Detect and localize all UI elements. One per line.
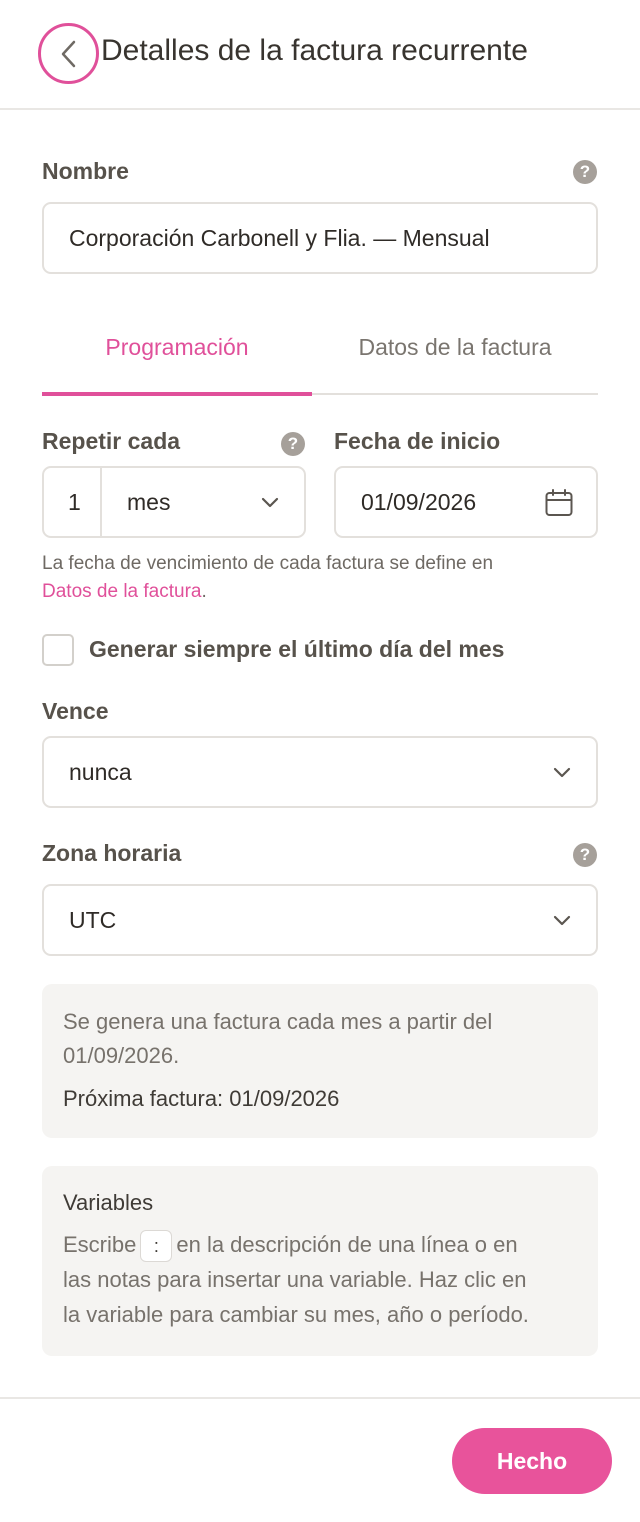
name-input-value: Corporación Carbonell y Flia. — Mensual [69,224,490,251]
repeat-unit-value: mes [127,488,171,515]
timezone-select[interactable]: UTC [42,884,598,956]
repeat-help-icon[interactable]: ? [281,432,305,456]
tab-datos-factura-label: Datos de la factura [358,334,552,360]
summary-line-2: 01/09/2026. [63,1043,180,1068]
next-invoice-text: Próxima factura: 01/09/2026 [63,1086,340,1111]
timezone-help-icon[interactable]: ? [573,843,597,867]
expires-label: Vence [42,698,109,724]
variables-before-key: Escribe [63,1232,137,1257]
repeat-unit-select[interactable]: mes [102,468,304,536]
chevron-left-icon [61,40,75,67]
name-label: Nombre [42,158,129,184]
last-day-checkbox[interactable] [42,634,74,666]
variables-after-key: en la descripción de una línea o en [176,1232,518,1257]
timezone-label: Zona horaria [42,840,182,866]
variables-line-2: las notas para insertar una variable. Ha… [63,1267,527,1292]
variables-title: Variables [63,1190,154,1215]
variables-line-3: la variable para cambiar su mes, año o p… [63,1302,529,1327]
variables-info: Variables Escribe: en la descripción de u… [42,1166,598,1356]
due-date-hint: La fecha de vencimiento de cada factura … [42,550,493,606]
expires-select[interactable]: nunca [42,736,598,808]
start-date-value: 01/09/2026 [361,488,477,515]
start-date-input[interactable]: 01/09/2026 [334,466,598,538]
last-day-label[interactable]: Generar siempre el último día del mes [89,636,504,663]
hint-link-datos-factura[interactable]: Datos de la factura [42,581,201,602]
variable-key: : [140,1230,173,1263]
chevron-down-icon [553,915,571,926]
repeat-count-value: 1 [68,488,81,515]
page-title: Detalles de la factura recurrente [101,34,528,67]
name-help-icon[interactable]: ? [573,160,597,184]
expires-value: nunca [69,758,132,785]
repeat-label: Repetir cada [42,428,181,454]
footer-divider [0,1397,640,1399]
hint-suffix: . [201,581,207,602]
hint-text: La fecha de vencimiento de cada factura … [42,553,494,574]
name-input[interactable]: Corporación Carbonell y Flia. — Mensual [42,202,598,274]
repeat-control: 1 mes [42,466,306,538]
chevron-down-icon [261,497,279,508]
tab-programacion-label: Programación [105,334,249,360]
tab-programacion[interactable]: Programación [42,316,312,396]
summary-line-1: Se genera una factura cada mes a partir … [63,1009,493,1034]
variables-line-1: Escribe: en la descripción de una línea o… [63,1228,518,1263]
done-button[interactable]: Hecho [452,1428,612,1494]
timezone-value: UTC [69,906,117,933]
repeat-count-input[interactable]: 1 [44,468,102,536]
chevron-down-icon [553,767,571,778]
back-button[interactable] [38,23,99,84]
page-header: Detalles de la factura recurrente [0,0,640,110]
schedule-summary: Se genera una factura cada mes a partir … [42,984,598,1138]
start-date-label: Fecha de inicio [334,428,501,454]
active-tab-indicator [42,392,312,396]
calendar-icon[interactable] [544,488,574,518]
tab-datos-factura[interactable]: Datos de la factura [312,316,598,396]
